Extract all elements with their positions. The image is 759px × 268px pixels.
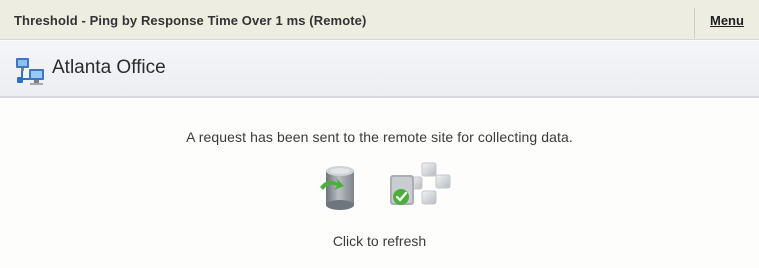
network-computers-icon [16,58,44,85]
status-message: A request has been sent to the remote si… [186,129,573,145]
site-header: Atlanta Office [0,41,759,98]
status-icons [312,161,462,213]
panel-title: Threshold - Ping by Response Time Over 1… [14,13,367,28]
status-area: A request has been sent to the remote si… [0,98,759,268]
refresh-link[interactable]: Click to refresh [0,233,759,249]
menu-link[interactable]: Menu [710,13,744,28]
remote-servers-check-icon[interactable] [386,161,458,213]
database-refresh-icon[interactable] [318,165,358,211]
panel-title-bar: Threshold - Ping by Response Time Over 1… [0,0,759,40]
title-divider [694,8,695,38]
remote-data-panel: Threshold - Ping by Response Time Over 1… [0,0,759,268]
site-name: Atlanta Office [52,57,166,78]
